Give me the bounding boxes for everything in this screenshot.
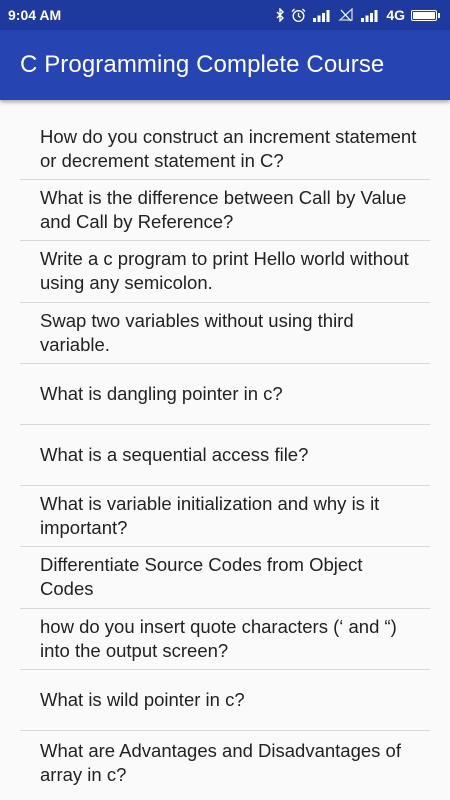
question-text: What is the difference between Call by V… xyxy=(40,187,407,233)
list-item[interactable]: Swap two variables without using third v… xyxy=(20,303,430,364)
list-item[interactable]: What is a sequential access file? xyxy=(20,425,430,487)
signal-icon xyxy=(312,9,332,22)
status-time: 9:04 AM xyxy=(8,7,62,23)
question-text: What is a sequential access file? xyxy=(40,444,309,466)
question-text: how do you insert quote characters (‘ an… xyxy=(40,615,397,661)
status-icons: 4G xyxy=(275,7,440,23)
list-item[interactable]: What is dangling pointer in c? xyxy=(20,364,430,425)
app-bar: C Programming Complete Course xyxy=(0,30,450,100)
list-item[interactable]: What is the difference between Call by V… xyxy=(20,180,430,242)
question-text: What is dangling pointer in c? xyxy=(40,382,283,404)
list-item[interactable]: Write a c program to print Hello world w… xyxy=(20,241,430,303)
question-text: Swap two variables without using third v… xyxy=(40,309,354,355)
battery-icon xyxy=(411,9,440,21)
app-title: C Programming Complete Course xyxy=(20,51,385,78)
question-text: What is wild pointer in c? xyxy=(40,688,245,710)
bluetooth-icon xyxy=(275,8,285,22)
list-item[interactable]: How do you construct an increment statem… xyxy=(20,119,430,181)
network-type: 4G xyxy=(386,7,405,23)
question-text: Differentiate Source Codes from Object C… xyxy=(40,554,363,600)
list-item[interactable]: What is wild pointer in c? xyxy=(20,670,430,731)
question-text: What are Advantages and Disadvantages of… xyxy=(40,739,401,785)
question-text: How do you construct an increment statem… xyxy=(40,126,417,172)
list-item[interactable]: how do you insert quote characters (‘ an… xyxy=(20,609,430,670)
list-item[interactable]: What are Advantages and Disadvantages of… xyxy=(20,731,430,792)
question-text: Write a c program to print Hello world w… xyxy=(40,248,409,294)
question-list[interactable]: How do you construct an increment statem… xyxy=(20,119,430,792)
question-text: What is variable initialization and why … xyxy=(40,493,380,539)
alarm-icon xyxy=(291,8,306,23)
signal-icon xyxy=(360,9,380,22)
list-item[interactable]: What is variable initialization and why … xyxy=(20,486,430,548)
status-bar: 9:04 AM 4G xyxy=(0,0,450,30)
list-item[interactable]: Differentiate Source Codes from Object C… xyxy=(20,547,430,609)
no-signal-icon xyxy=(338,8,354,22)
